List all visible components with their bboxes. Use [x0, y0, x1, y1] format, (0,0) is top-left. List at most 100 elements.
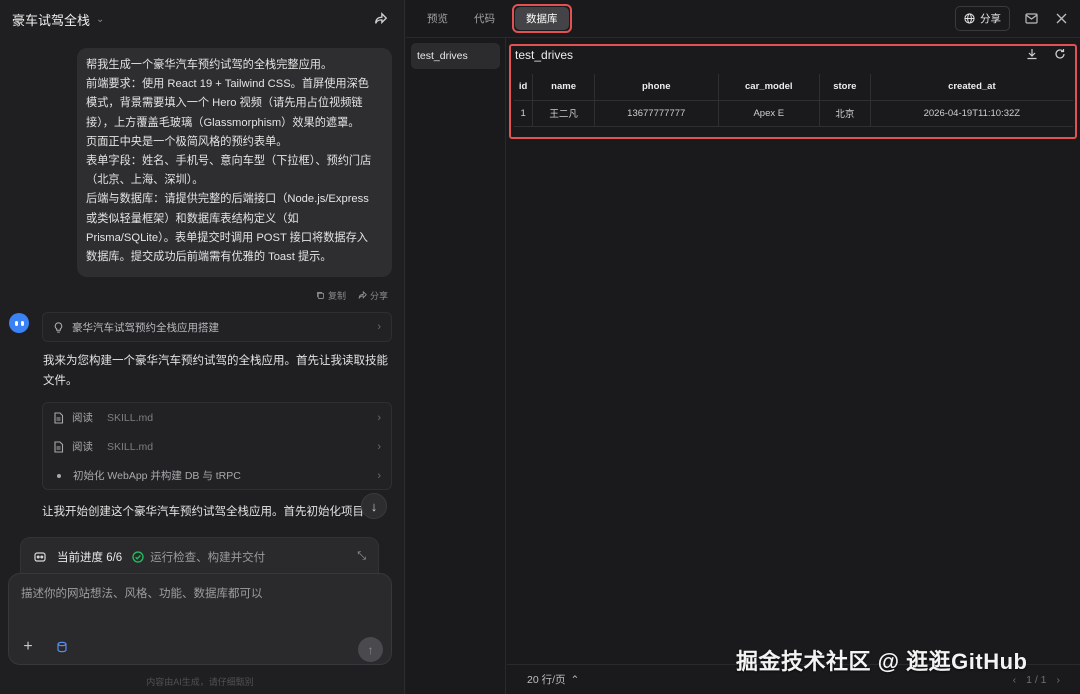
user-message-line: （北京、上海、深圳）。	[86, 174, 204, 187]
table-header-row: id name phone car_model store created_at	[514, 74, 1073, 101]
arrow-down-icon: ↓	[370, 498, 378, 514]
rows-per-page-label: 20 行/页	[527, 674, 566, 686]
table-cell: Apex E	[718, 100, 821, 127]
table-body: 1 王二凡 13677777777 Apex E 北京 2026-04-19T11:10:…	[514, 100, 1073, 127]
composer: + ↑	[8, 573, 392, 665]
table-item-test-drives[interactable]: test_drives	[411, 43, 500, 69]
tool-action: 初始化 WebApp 并构建 DB 与 tRPC	[73, 470, 241, 482]
next-page-icon[interactable]: ›	[1057, 674, 1061, 686]
user-message-line: 前端要求：使用 React 19 + Tailwind CSS。首屏使用深色	[86, 78, 369, 91]
chat-panel: 豪车试驾全栈 ⌄ 帮我生成一个豪华汽车预约试驾的全栈完整应用。前端要求：使用 R…	[0, 0, 405, 694]
collapse-icon[interactable]: ⤡	[357, 550, 366, 563]
table-list: test_drives	[406, 38, 506, 694]
chevron-right-icon: ›	[377, 440, 381, 453]
share-button[interactable]: 分享	[955, 6, 1010, 31]
project-title: 豪车试驾全栈	[12, 12, 91, 28]
user-message-line: 接），上方覆盖毛玻璃（Glassmorphism）效果的遮罩。	[86, 116, 360, 129]
column-header-id[interactable]: id	[514, 74, 534, 101]
column-header-store[interactable]: store	[819, 74, 871, 101]
share-message-button[interactable]: 分享	[358, 289, 388, 302]
thinking-card[interactable]: 豪华汽车试驾预约全栈应用搭建 ›	[42, 312, 392, 342]
user-message-line: 帮我生成一个豪华汽车预约试驾的全栈完整应用。	[86, 59, 333, 71]
user-message-line: Prisma/SQLite）。表单提交时调用 POST 接口将数据存入	[86, 231, 368, 244]
chevron-right-icon: ›	[377, 321, 381, 333]
page-indicator: 1 / 1	[1026, 673, 1047, 686]
chevron-right-icon: ›	[377, 411, 381, 424]
chevron-right-icon: ›	[377, 469, 381, 482]
preview-tabs: 预览 代码 数据库	[416, 4, 572, 33]
grid-table-title: test_drives	[515, 48, 574, 62]
lightbulb-icon	[54, 321, 63, 333]
table-cell: 1	[514, 100, 534, 127]
add-attachment-button[interactable]: +	[19, 638, 37, 656]
send-button[interactable]: ↑	[358, 637, 383, 662]
column-header-car-model[interactable]: car_model	[718, 74, 821, 101]
close-icon[interactable]	[1052, 10, 1070, 28]
tool-row-read-1[interactable]: 阅读 SKILL.md ›	[43, 403, 391, 432]
table-cell: 北京	[819, 100, 871, 127]
thinking-title: 豪华汽车试驾预约全栈应用搭建	[72, 321, 219, 334]
check-circle-icon	[132, 550, 144, 563]
column-header-phone[interactable]: phone	[594, 74, 719, 101]
preview-panel: 预览 代码 数据库 分享 test_drives test_drives id …	[406, 0, 1080, 694]
assistant-message-2: 让我开始创建这个豪华汽车预约试驾全栈应用。首先初始化项目	[42, 506, 364, 518]
user-message-line: 表单字段：姓名、手机号、意向车型（下拉框）、预约门店	[86, 155, 372, 168]
tab-database-highlight: 数据库	[512, 4, 572, 33]
preview-topbar: 预览 代码 数据库 分享	[406, 0, 1080, 38]
user-message-line: 或类似轻量框架）和数据库表结构定义（如	[86, 212, 299, 225]
chevron-down-icon: ⌄	[96, 13, 105, 25]
table-row[interactable]: 1 王二凡 13677777777 Apex E 北京 2026-04-19T11:10:…	[514, 100, 1073, 127]
database-icon	[57, 641, 67, 653]
user-message-line: 数据库。提交成功后前端需有优雅的 Toast 提示。	[86, 251, 332, 264]
tool-row-read-2[interactable]: 阅读 SKILL.md ›	[43, 432, 391, 461]
file-icon	[54, 440, 64, 453]
mail-icon[interactable]	[1022, 10, 1040, 28]
tool-file: SKILL.md	[107, 440, 154, 453]
file-icon	[54, 411, 64, 424]
copy-icon	[317, 292, 324, 299]
chevron-up-icon: ⌃	[570, 673, 580, 686]
tab-preview[interactable]: 预览	[416, 7, 459, 30]
tool-file: SKILL.md	[107, 411, 154, 424]
progress-step-text: 运行检查、构建并交付	[150, 551, 266, 564]
copy-label: 复制	[327, 291, 346, 301]
user-message: 帮我生成一个豪华汽车预约试驾的全栈完整应用。前端要求：使用 React 19 +…	[77, 48, 392, 278]
prompt-input[interactable]	[9, 574, 391, 630]
chat-header: 豪车试驾全栈 ⌄	[0, 0, 404, 38]
arrow-up-icon: ↑	[367, 642, 374, 657]
robot-icon	[34, 551, 46, 562]
tab-code[interactable]: 代码	[463, 7, 506, 30]
globe-icon	[964, 13, 975, 24]
scroll-down-button[interactable]: ↓	[361, 493, 387, 519]
copy-button[interactable]: 复制	[316, 289, 346, 302]
refresh-icon[interactable]	[1052, 46, 1068, 62]
tool-row-init[interactable]: 初始化 WebApp 并构建 DB 与 tRPC ›	[43, 461, 391, 490]
bullet-icon	[57, 473, 61, 478]
rows-per-page-select[interactable]: 20 行/页 ⌃	[527, 672, 579, 687]
project-title-dropdown[interactable]: 豪车试驾全栈 ⌄	[12, 10, 104, 29]
data-table: id name phone car_model store created_at 1 王二凡…	[514, 74, 1073, 127]
ai-disclaimer: 内容由AI生成，请仔细甄别	[146, 677, 254, 687]
grid-toolbar	[1024, 46, 1068, 62]
tab-database[interactable]: 数据库	[515, 7, 569, 30]
tool-action: 阅读	[72, 441, 93, 453]
share-icon[interactable]	[370, 8, 392, 30]
assistant-message: 我来为您构建一个豪华汽车预约试驾的全栈应用。首先让我读取技能文件。	[43, 355, 388, 387]
database-toggle-button[interactable]	[54, 639, 70, 655]
user-message-line: 后端与数据库：请提供完整的后端接口（Node.js/Express	[86, 193, 369, 206]
message-actions: 复制 分享	[316, 289, 388, 302]
column-header-created-at[interactable]: created_at	[870, 74, 1073, 101]
table-cell: 王二凡	[532, 100, 595, 127]
progress-step: 运行检查、构建并交付	[132, 549, 265, 565]
plus-icon: +	[23, 638, 33, 655]
table-cell: 13677777777	[594, 100, 719, 127]
user-message-line: 模式，背景需要填入一个 Hero 视频（请先用占位视频链	[86, 97, 363, 110]
user-message-line: 页面正中央是一个极简风格的预约表单。	[86, 135, 288, 148]
column-header-name[interactable]: name	[532, 74, 595, 101]
progress-label: 当前进度 6/6	[57, 551, 123, 564]
download-icon[interactable]	[1024, 46, 1040, 62]
tool-calls: 阅读 SKILL.md › 阅读 SKILL.md › 初始化 WebApp 并…	[42, 402, 392, 490]
share-label: 分享	[369, 291, 388, 301]
share-icon	[358, 291, 367, 299]
table-cell: 2026-04-19T11:10:32Z	[870, 100, 1073, 127]
